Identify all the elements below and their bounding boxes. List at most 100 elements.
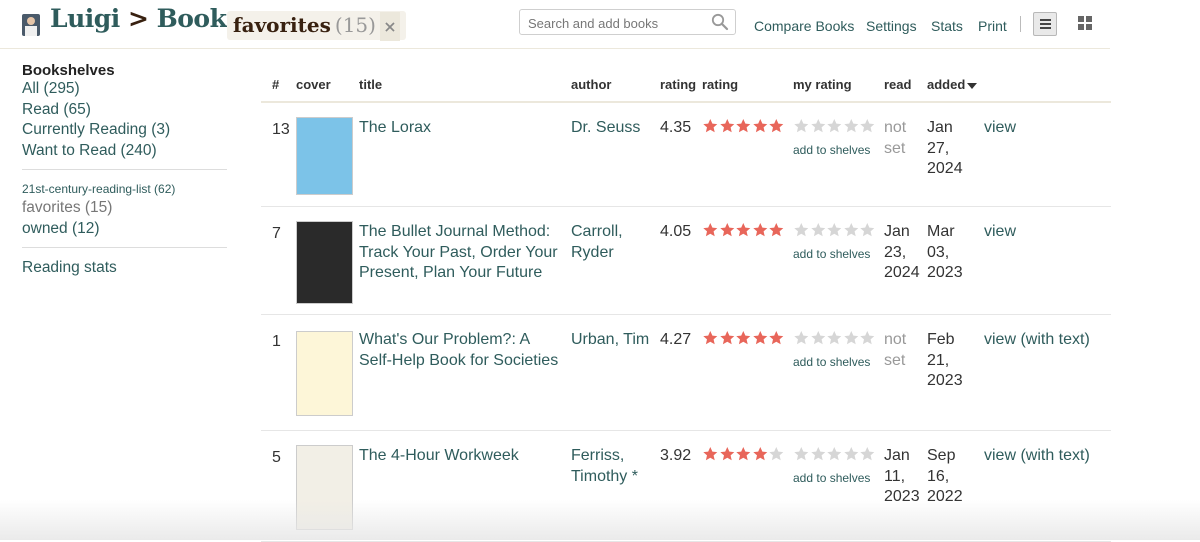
- view-review-link[interactable]: view (with text): [984, 330, 1090, 351]
- rating-star-icon: [736, 331, 751, 345]
- print-link[interactable]: Print: [978, 18, 1007, 34]
- col-author[interactable]: author: [571, 77, 611, 92]
- view-review-link[interactable]: view: [984, 222, 1016, 243]
- col-my-rating[interactable]: my rating: [793, 77, 852, 92]
- add-to-shelves-link[interactable]: add to shelves: [793, 143, 870, 157]
- my-rating-star-icon[interactable]: [843, 222, 860, 238]
- date-read: Jan 11, 2023: [884, 447, 920, 505]
- book-title-link[interactable]: The 4-Hour Workweek: [359, 446, 564, 467]
- sidebar-divider: [22, 247, 227, 248]
- book-author-link[interactable]: Ferriss, Timothy *: [571, 446, 656, 487]
- book-title-link[interactable]: The Bullet Journal Method: Track Your Pa…: [359, 222, 564, 284]
- remove-shelf-filter-button[interactable]: ×: [379, 12, 400, 41]
- my-rating-star-icon[interactable]: [793, 330, 810, 346]
- rating-star-icon: [703, 447, 718, 461]
- col-position[interactable]: #: [272, 77, 279, 92]
- my-rating-star-icon[interactable]: [859, 330, 876, 346]
- add-to-shelves-link[interactable]: add to shelves: [793, 471, 870, 485]
- my-rating-star-icon[interactable]: [859, 118, 876, 134]
- my-rating-star-icon[interactable]: [859, 222, 876, 238]
- my-rating-star-icon[interactable]: [810, 330, 827, 346]
- list-view-icon[interactable]: [1033, 12, 1057, 36]
- book-cover-image[interactable]: [296, 221, 353, 304]
- date-added: Mar 03, 2023: [927, 223, 963, 281]
- book-position: 1: [272, 333, 281, 350]
- my-rating-stars[interactable]: [793, 446, 876, 469]
- book-author-link[interactable]: Carroll, Ryder: [571, 222, 656, 263]
- my-rating-star-icon[interactable]: [826, 330, 843, 346]
- my-rating-star-icon[interactable]: [843, 118, 860, 134]
- shelf-want-to-read-link[interactable]: Want to Read (240): [22, 141, 227, 162]
- book-author-link[interactable]: Dr. Seuss: [571, 118, 656, 139]
- book-author-link[interactable]: Urban, Tim: [571, 330, 656, 351]
- my-rating-star-icon[interactable]: [843, 446, 860, 462]
- my-rating-star-icon[interactable]: [826, 118, 843, 134]
- my-rating-star-icon[interactable]: [810, 222, 827, 238]
- book-cover-image[interactable]: [296, 331, 353, 416]
- shelf-read-link[interactable]: Read (65): [22, 100, 227, 121]
- my-rating-star-icon[interactable]: [793, 118, 810, 134]
- compare-books-link[interactable]: Compare Books: [754, 18, 854, 34]
- date-read: not set: [884, 331, 907, 369]
- my-rating-stars[interactable]: [793, 222, 876, 245]
- my-rating-star-icon[interactable]: [810, 118, 827, 134]
- col-avg-rating[interactable]: rating: [660, 77, 696, 92]
- date-read: Jan 23, 2024: [884, 223, 920, 281]
- my-rating-star-icon[interactable]: [826, 446, 843, 462]
- book-title-link[interactable]: What's Our Problem?: A Self-Help Book fo…: [359, 330, 564, 371]
- average-rating-stars: [702, 222, 785, 245]
- shelf-owned-link[interactable]: owned (12): [22, 219, 227, 240]
- table-row: 7 The Bullet Journal Method: Track Your P…: [261, 207, 1111, 315]
- shelf-21st-century-link[interactable]: 21st-century-reading-list (62): [22, 180, 227, 198]
- col-read[interactable]: read: [884, 77, 911, 92]
- book-position: 13: [272, 121, 290, 138]
- book-cover-image[interactable]: [296, 445, 353, 530]
- add-to-shelves-link[interactable]: add to shelves: [793, 247, 870, 261]
- add-to-shelves-link[interactable]: add to shelves: [793, 355, 870, 369]
- book-title-link[interactable]: The Lorax: [359, 118, 564, 139]
- my-rating-star-icon[interactable]: [793, 222, 810, 238]
- col-added-label: added: [927, 77, 966, 92]
- search-box: [519, 9, 736, 35]
- my-rating-star-icon[interactable]: [843, 330, 860, 346]
- stats-link[interactable]: Stats: [931, 18, 963, 34]
- average-rating: 4.05: [660, 223, 692, 240]
- book-cover-image[interactable]: [296, 117, 353, 195]
- rating-star-icon: [753, 331, 768, 345]
- reading-stats-link[interactable]: Reading stats: [22, 258, 227, 279]
- col-title[interactable]: title: [359, 77, 382, 92]
- my-rating-star-icon[interactable]: [859, 446, 876, 462]
- col-rating[interactable]: rating: [702, 77, 738, 92]
- my-rating-stars[interactable]: [793, 330, 876, 353]
- my-rating-star-icon[interactable]: [826, 222, 843, 238]
- date-added: Sep 16, 2022: [927, 447, 963, 505]
- shelf-currently-reading-link[interactable]: Currently Reading (3): [22, 120, 227, 141]
- table-row: 5 The 4-Hour Workweek Ferriss, Timothy * 3.…: [261, 431, 1111, 542]
- my-rating-star-icon[interactable]: [793, 446, 810, 462]
- sidebar-divider: [22, 169, 227, 170]
- rating-star-icon: [736, 447, 751, 461]
- rating-star-icon: [769, 331, 784, 345]
- col-added[interactable]: added: [927, 77, 978, 92]
- table-row: 1 What's Our Problem?: A Self-Help Book f…: [261, 315, 1111, 431]
- rating-star-icon: [719, 119, 734, 133]
- breadcrumb: Luigi > Books:: [50, 4, 249, 33]
- shelf-name: favorites: [233, 13, 331, 37]
- average-rating: 3.92: [660, 447, 692, 464]
- my-rating-star-icon[interactable]: [810, 446, 827, 462]
- my-rating-stars[interactable]: [793, 118, 876, 141]
- rating-star-icon: [719, 331, 734, 345]
- user-avatar[interactable]: [22, 14, 40, 36]
- rating-star-icon: [769, 447, 784, 461]
- breadcrumb-user-link[interactable]: Luigi: [50, 4, 120, 33]
- view-review-link[interactable]: view (with text): [984, 446, 1090, 467]
- settings-link[interactable]: Settings: [866, 18, 917, 34]
- col-cover[interactable]: cover: [296, 77, 331, 92]
- average-rating: 4.35: [660, 119, 692, 136]
- table-body: 13 The Lorax Dr. Seuss 4.35 add to shelves no…: [261, 103, 1111, 542]
- search-icon[interactable]: [711, 13, 729, 31]
- view-review-link[interactable]: view: [984, 118, 1016, 139]
- grid-view-icon[interactable]: [1078, 16, 1093, 31]
- search-input[interactable]: [526, 12, 710, 34]
- shelf-all-link[interactable]: All (295): [22, 79, 227, 100]
